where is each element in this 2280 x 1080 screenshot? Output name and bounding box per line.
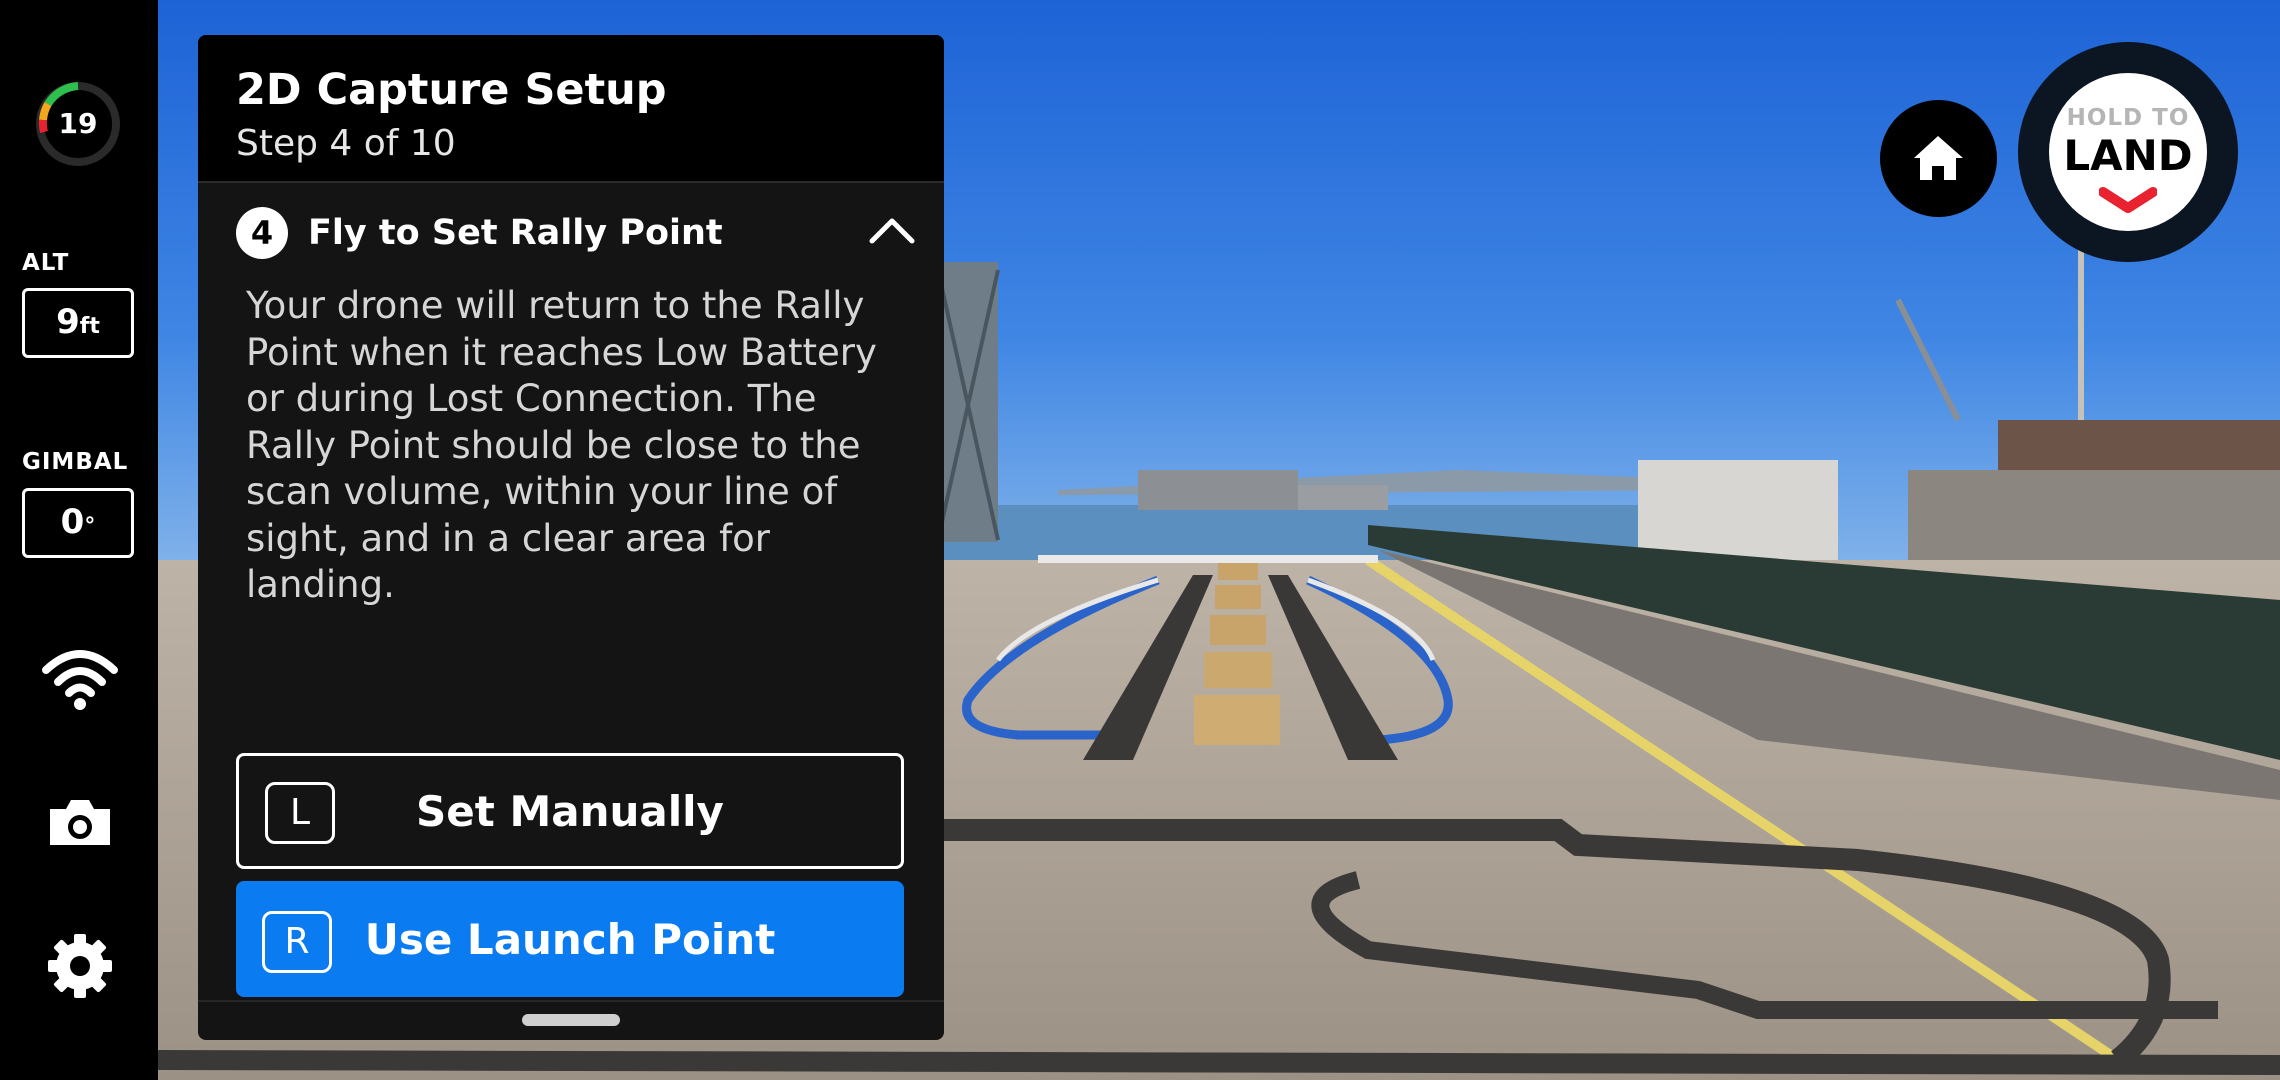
panel-title: 2D Capture Setup	[236, 65, 667, 115]
camera-icon[interactable]	[40, 783, 120, 863]
drag-handle[interactable]	[522, 1014, 620, 1026]
chevron-down-icon	[2099, 187, 2157, 213]
panel-divider	[198, 1000, 944, 1002]
gimbal-value: 0	[60, 502, 85, 542]
capture-setup-panel: 2D Capture Setup Step 4 of 10 4 Fly to S…	[198, 35, 944, 1040]
left-status-rail: 19 ALT 9ft GIMBAL 0°	[0, 0, 158, 1080]
wifi-icon[interactable]	[40, 638, 120, 718]
home-icon	[1914, 136, 1963, 180]
use-launch-point-label: Use Launch Point	[364, 914, 776, 964]
altitude-readout: 9ft	[22, 288, 134, 358]
battery-indicator: 19	[34, 80, 122, 168]
altitude-value: 9	[56, 302, 80, 342]
use-launch-point-button[interactable]: R Use Launch Point	[236, 881, 904, 997]
step-title: Fly to Set Rally Point	[308, 213, 723, 253]
gimbal-readout: 0°	[22, 488, 134, 558]
land-button-face: HOLD TO LAND	[2049, 73, 2207, 231]
land-text: LAND	[2063, 131, 2193, 180]
battery-percent: 19	[58, 107, 98, 140]
home-button[interactable]	[1880, 100, 1997, 217]
hold-to-land-button[interactable]: HOLD TO LAND	[2018, 42, 2238, 262]
step-number-badge: 4	[236, 207, 288, 259]
step-description: Your drone will return to the Rally Poin…	[246, 284, 877, 606]
set-manually-button[interactable]: L Set Manually	[236, 753, 904, 869]
set-manually-label: Set Manually	[416, 786, 724, 836]
chevron-up-icon[interactable]	[868, 211, 916, 251]
step-header[interactable]: 4 Fly to Set Rally Point	[236, 207, 916, 263]
altitude-unit: ft	[79, 314, 100, 339]
hold-to-text: HOLD TO	[2066, 105, 2190, 131]
gimbal-label: GIMBAL	[22, 449, 129, 475]
altitude-label: ALT	[22, 250, 70, 276]
gimbal-unit: °	[84, 514, 96, 539]
panel-header: 2D Capture Setup Step 4 of 10	[198, 35, 944, 183]
gear-icon[interactable]	[40, 926, 120, 1006]
step-counter: Step 4 of 10	[236, 123, 456, 164]
